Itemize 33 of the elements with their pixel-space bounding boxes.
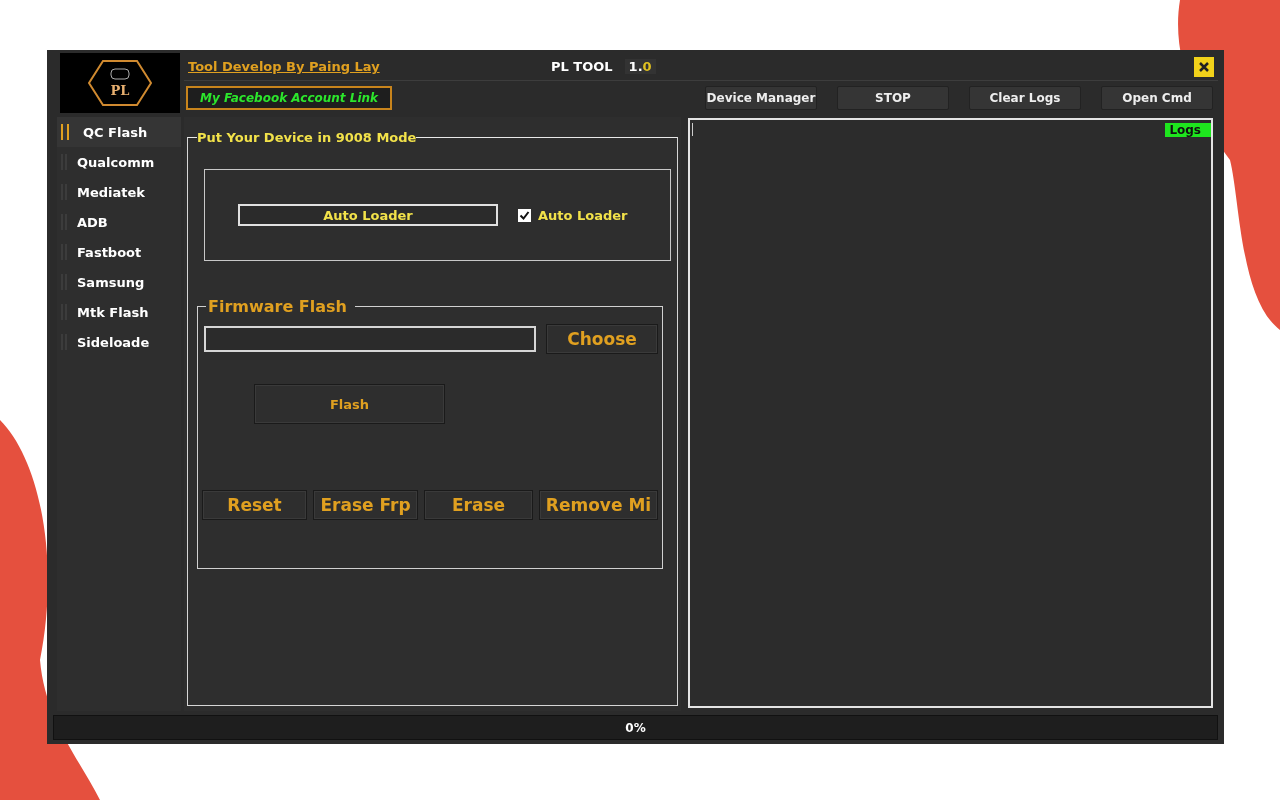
logo-icon: PL	[60, 53, 180, 113]
app-title: PL TOOL	[551, 59, 613, 74]
action-button[interactable]: Remove Mi	[539, 490, 658, 520]
sidebar-item[interactable]: Samsung	[57, 267, 181, 297]
toolbar-button[interactable]: Open Cmd	[1101, 86, 1213, 110]
sidebar-item[interactable]: ADB	[57, 207, 181, 237]
toolbar-button[interactable]: Device Manager	[705, 86, 817, 110]
sidebar-item[interactable]: QC Flash	[57, 117, 181, 147]
group-title: Put Your Device in 9008 Mode	[197, 130, 417, 145]
close-icon[interactable]	[1194, 57, 1214, 77]
file-field[interactable]	[204, 326, 536, 352]
toolbar-button[interactable]: Clear Logs	[969, 86, 1081, 110]
progress-text: 0%	[625, 720, 646, 735]
developer-link[interactable]: Tool Develop By Paing Lay	[188, 59, 551, 74]
version-label: 1.0	[624, 59, 656, 74]
facebook-link[interactable]: My Facebook Account Link	[186, 86, 393, 110]
logs-label: Logs	[1165, 123, 1211, 137]
action-button[interactable]: Erase Frp	[313, 490, 418, 520]
sidebar-item[interactable]: Mediatek	[57, 177, 181, 207]
text-cursor	[692, 123, 693, 136]
toolbar-button[interactable]: STOP	[837, 86, 949, 110]
auto-loader-checkbox[interactable]: Auto Loader	[518, 207, 628, 223]
choose-button[interactable]: Choose	[546, 324, 658, 354]
sidebar-item[interactable]: Mtk Flash	[57, 297, 181, 327]
sidebar-item[interactable]: Qualcomm	[57, 147, 181, 177]
flash-button[interactable]: Flash	[254, 384, 445, 424]
checkbox-icon[interactable]	[518, 208, 531, 222]
action-button[interactable]: Reset	[202, 490, 307, 520]
group-title: Firmware Flash	[207, 297, 348, 316]
auto-loader-button[interactable]: Auto Loader	[238, 204, 498, 226]
sidebar-item[interactable]: Fastboot	[57, 237, 181, 267]
action-button[interactable]: Erase	[424, 490, 533, 520]
sidebar-item[interactable]: Sideloade	[57, 327, 181, 357]
